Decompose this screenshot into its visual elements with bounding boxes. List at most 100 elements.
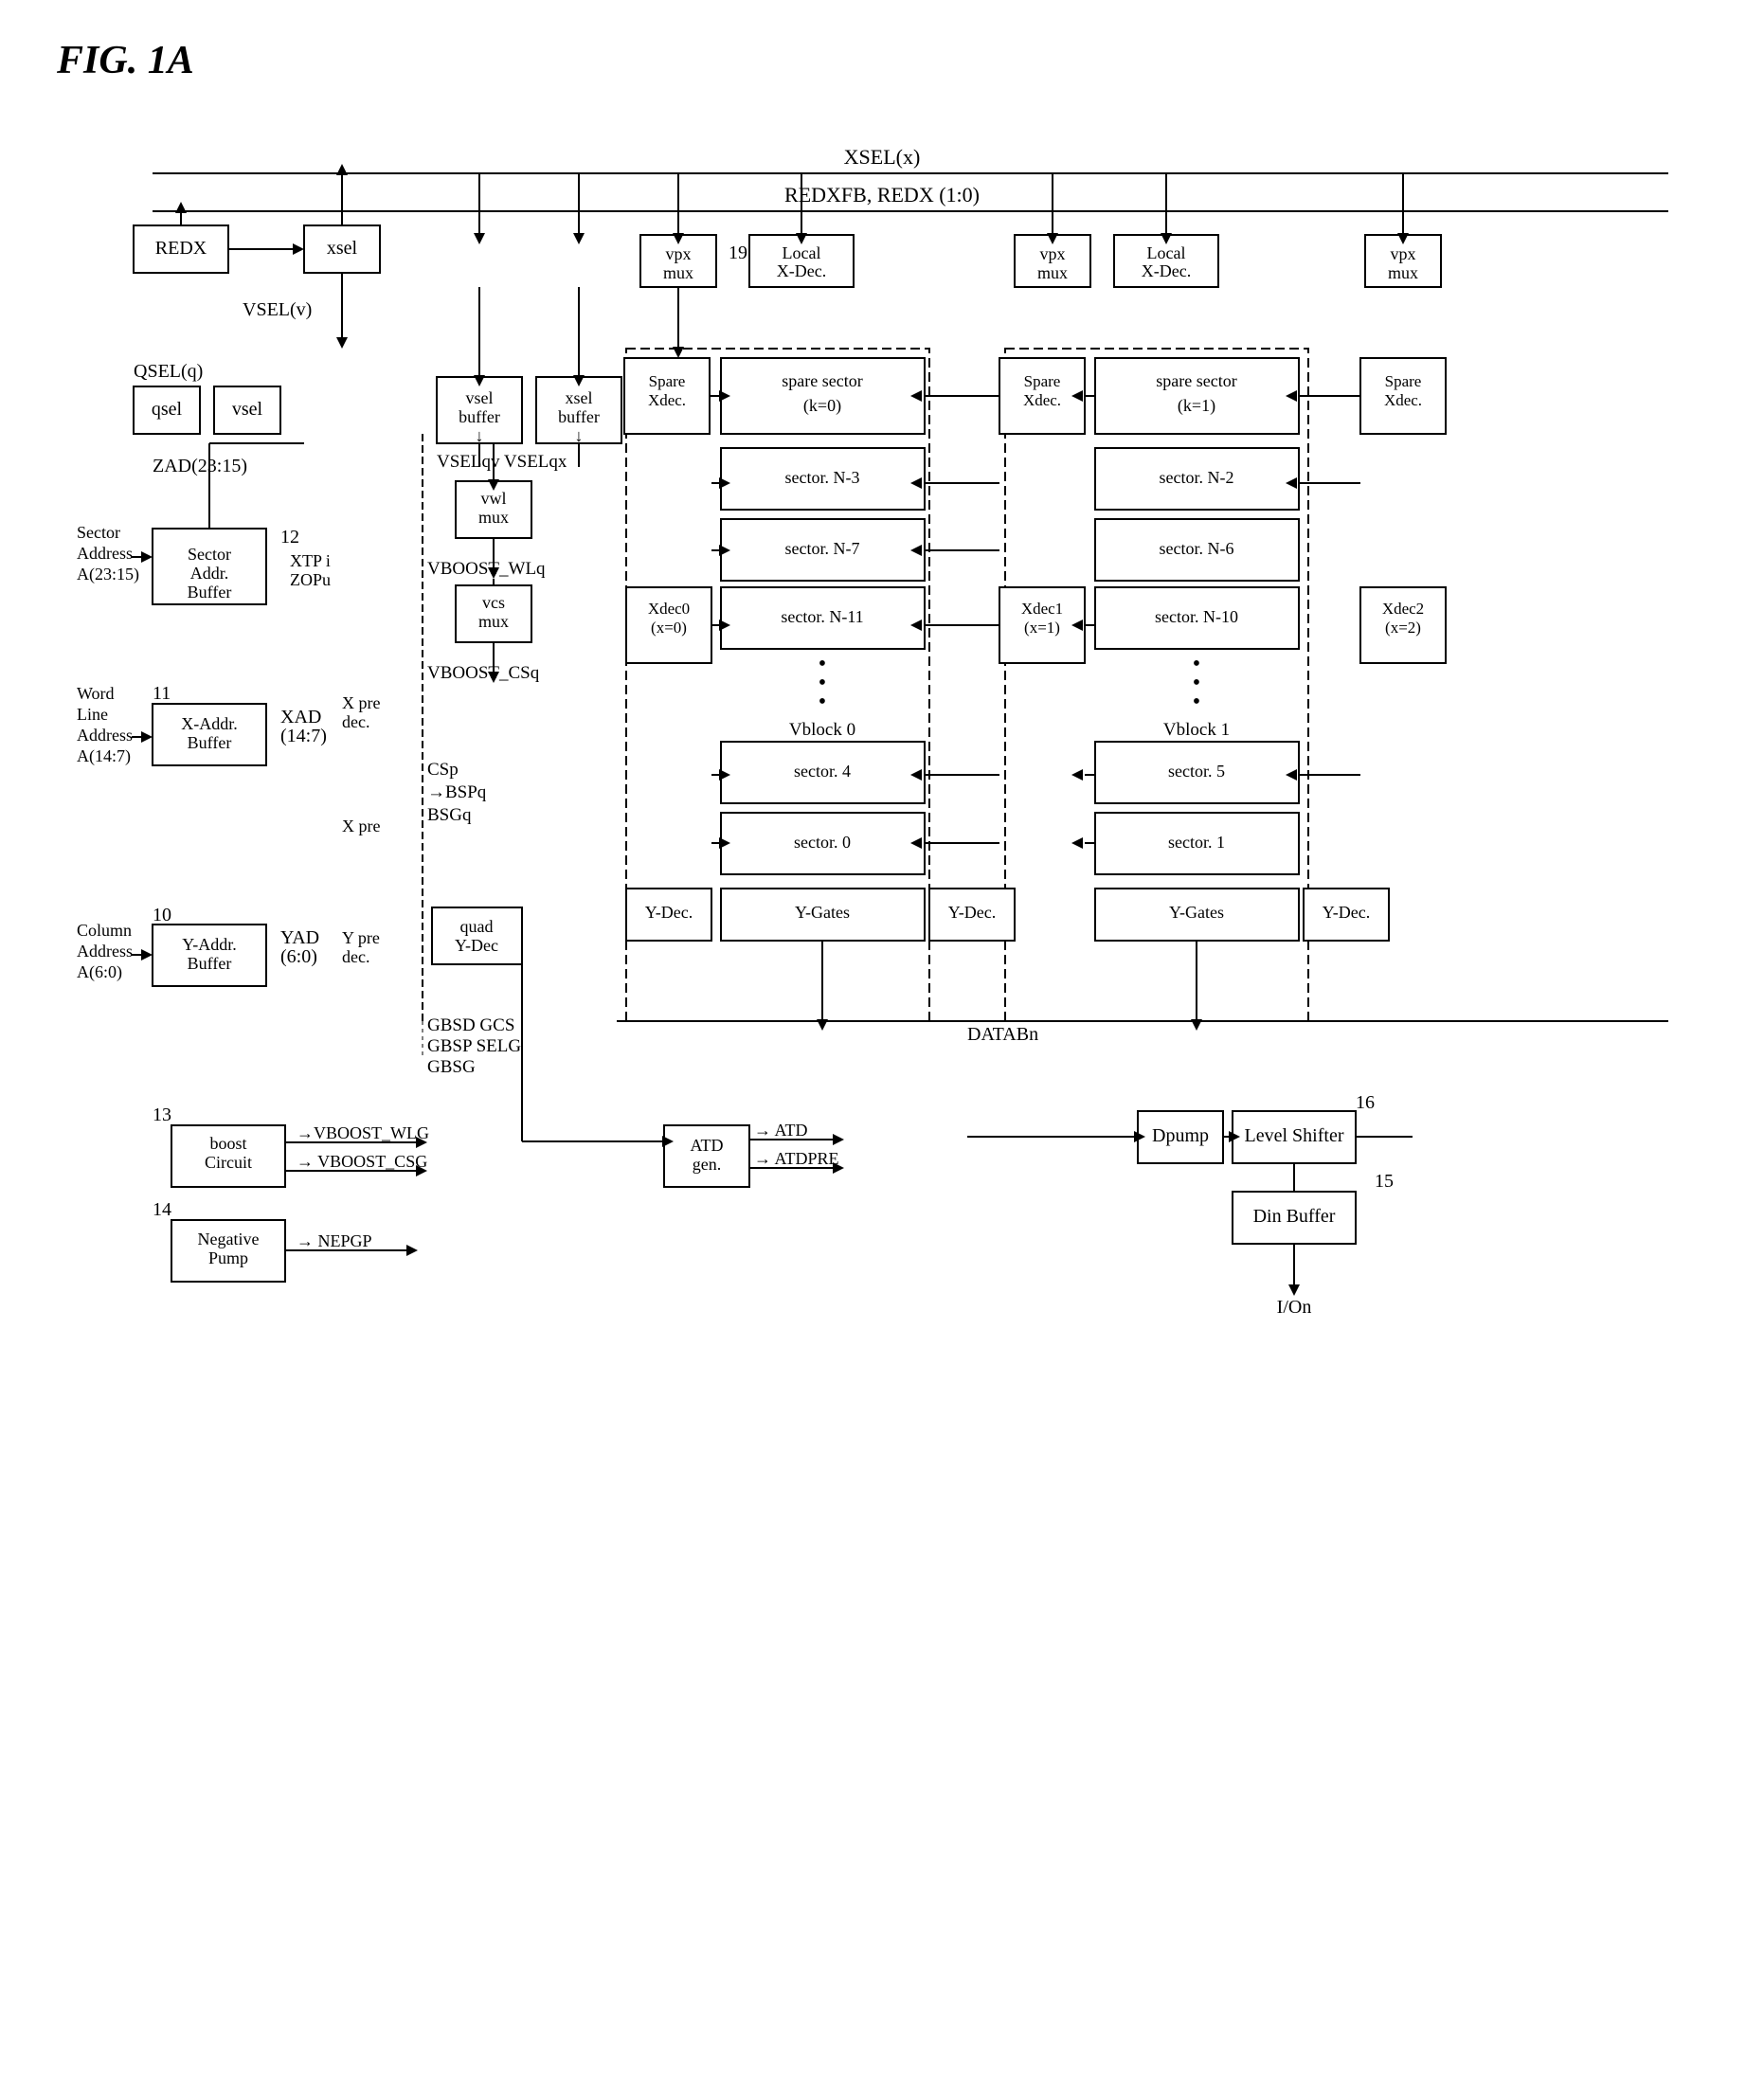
svg-text:vpx: vpx xyxy=(666,244,692,263)
svg-text:13: 13 xyxy=(153,1104,171,1125)
svg-text:Y-Dec: Y-Dec xyxy=(455,936,498,955)
svg-text:BSGq: BSGq xyxy=(427,805,472,825)
svg-text:VBOOST_CSq: VBOOST_CSq xyxy=(427,663,540,683)
svg-text:QSEL(q): QSEL(q) xyxy=(134,361,203,382)
svg-text:Spare: Spare xyxy=(1024,372,1061,390)
svg-text:VBOOST_WLq: VBOOST_WLq xyxy=(427,559,546,579)
svg-text:Line: Line xyxy=(77,705,108,724)
svg-text:I/On: I/On xyxy=(1277,1297,1312,1318)
diagram-container: XSEL(x) REDXFB, REDX (1:0) REDX xsel xyxy=(58,112,1706,2006)
svg-text:sector. N-6: sector. N-6 xyxy=(1160,539,1234,558)
svg-text:vsel: vsel xyxy=(466,388,494,407)
svg-text:Address: Address xyxy=(77,942,133,961)
svg-text:mux: mux xyxy=(478,508,509,527)
svg-text:Addr.: Addr. xyxy=(190,564,229,583)
svg-text:XTP i: XTP i xyxy=(290,551,331,570)
svg-text:vcs: vcs xyxy=(482,593,505,612)
svg-text:•: • xyxy=(1193,690,1200,714)
svg-text:vwl: vwl xyxy=(481,489,507,508)
svg-text:(14:7): (14:7) xyxy=(280,726,327,746)
svg-text:(k=1): (k=1) xyxy=(1178,396,1215,416)
svg-text:15: 15 xyxy=(1375,1171,1394,1192)
svg-text:Pump: Pump xyxy=(208,1248,248,1267)
svg-text:↓: ↓ xyxy=(476,426,484,445)
svg-text:sector. N-11: sector. N-11 xyxy=(781,607,863,626)
svg-text:Buffer: Buffer xyxy=(188,583,232,602)
svg-text:vpx: vpx xyxy=(1391,244,1416,263)
svg-text:CSp: CSp xyxy=(427,760,459,780)
svg-text:xsel: xsel xyxy=(327,238,358,259)
svg-text:→ VBOOST_CSG: → VBOOST_CSG xyxy=(297,1152,427,1171)
svg-text:XAD: XAD xyxy=(280,707,321,727)
svg-text:sector. 1: sector. 1 xyxy=(1168,833,1225,852)
svg-text:Address: Address xyxy=(77,544,133,563)
svg-text:mux: mux xyxy=(1388,263,1418,282)
svg-text:VSEL(v): VSEL(v) xyxy=(243,299,312,320)
svg-text:spare sector: spare sector xyxy=(782,371,862,390)
svg-text:mux: mux xyxy=(663,263,693,282)
svg-text:Local: Local xyxy=(783,243,821,262)
svg-text:Y-Dec.: Y-Dec. xyxy=(645,903,693,922)
svg-text:qsel: qsel xyxy=(152,399,183,420)
svg-text:Vblock 1: Vblock 1 xyxy=(1163,720,1230,740)
svg-text:X-Dec.: X-Dec. xyxy=(777,261,826,280)
svg-text:Xdec0: Xdec0 xyxy=(648,600,690,618)
svg-text:Dpump: Dpump xyxy=(1152,1125,1209,1146)
svg-text:Y pre: Y pre xyxy=(342,928,380,947)
svg-text:Xdec.: Xdec. xyxy=(1384,391,1422,409)
svg-text:Xdec1: Xdec1 xyxy=(1021,600,1063,618)
svg-text:sector. 5: sector. 5 xyxy=(1168,762,1225,781)
svg-text:Xdec.: Xdec. xyxy=(648,391,686,409)
svg-text:X pre: X pre xyxy=(342,817,380,835)
svg-text:→ ATD: → ATD xyxy=(754,1121,808,1140)
svg-text:Word: Word xyxy=(77,684,115,703)
svg-text:X pre: X pre xyxy=(342,693,380,712)
svg-text:Buffer: Buffer xyxy=(188,954,232,973)
page: FIG. 1A XSEL(x) REDXFB, REDX (1:0) REDX … xyxy=(0,0,1764,2083)
svg-text:Negative: Negative xyxy=(198,1230,260,1248)
svg-text:→BSPq: →BSPq xyxy=(427,782,487,802)
svg-text:gen.: gen. xyxy=(693,1155,722,1174)
svg-text:sector. N-7: sector. N-7 xyxy=(785,539,860,558)
svg-text:dec.: dec. xyxy=(342,712,369,731)
svg-text:spare sector: spare sector xyxy=(1156,371,1236,390)
svg-text:Y-Dec.: Y-Dec. xyxy=(948,903,996,922)
svg-text:Spare: Spare xyxy=(1385,372,1422,390)
svg-text:(x=2): (x=2) xyxy=(1385,619,1421,637)
svg-text:A(6:0): A(6:0) xyxy=(77,962,122,982)
svg-text:xsel: xsel xyxy=(566,388,593,407)
svg-text:VSELqv VSELqx: VSELqv VSELqx xyxy=(437,452,567,472)
svg-text:buffer: buffer xyxy=(459,407,500,426)
svg-text:mux: mux xyxy=(478,612,509,631)
svg-text:sector. N-2: sector. N-2 xyxy=(1160,468,1234,487)
svg-text:quad: quad xyxy=(460,917,494,936)
svg-text:boost: boost xyxy=(209,1134,246,1153)
svg-text:ZOPu: ZOPu xyxy=(290,570,331,589)
svg-text:→VBOOST_WLG: →VBOOST_WLG xyxy=(297,1123,429,1142)
svg-text:(6:0): (6:0) xyxy=(280,946,317,967)
svg-text:GBSD GCS: GBSD GCS xyxy=(427,1015,514,1035)
svg-text:Din Buffer: Din Buffer xyxy=(1253,1206,1336,1227)
svg-text:X-Dec.: X-Dec. xyxy=(1142,261,1191,280)
svg-text:Y-Gates: Y-Gates xyxy=(795,903,850,922)
svg-text:ZAD(23:15): ZAD(23:15) xyxy=(153,456,247,476)
svg-text:sector. N-3: sector. N-3 xyxy=(785,468,860,487)
svg-text:Level Shifter: Level Shifter xyxy=(1245,1125,1344,1146)
svg-text:vpx: vpx xyxy=(1040,244,1066,263)
svg-text:11: 11 xyxy=(153,683,171,704)
svg-text:14: 14 xyxy=(153,1199,171,1220)
svg-text:(x=1): (x=1) xyxy=(1024,619,1060,637)
svg-text:REDXFB, REDX (1:0): REDXFB, REDX (1:0) xyxy=(784,183,980,207)
svg-text:XSEL(x): XSEL(x) xyxy=(844,145,921,169)
svg-text:sector. 4: sector. 4 xyxy=(794,762,851,781)
svg-text:DATABn: DATABn xyxy=(967,1024,1038,1045)
svg-text:A(14:7): A(14:7) xyxy=(77,746,131,766)
svg-text:↓: ↓ xyxy=(575,426,584,445)
svg-text:•: • xyxy=(819,690,826,714)
svg-text:Circuit: Circuit xyxy=(205,1153,252,1172)
svg-text:(x=0): (x=0) xyxy=(651,619,687,637)
svg-text:GBSP SELG: GBSP SELG xyxy=(427,1036,521,1056)
svg-text:sector. 0: sector. 0 xyxy=(794,833,851,852)
svg-text:ATD: ATD xyxy=(691,1136,724,1155)
figure-title: FIG. 1A xyxy=(57,38,1707,83)
